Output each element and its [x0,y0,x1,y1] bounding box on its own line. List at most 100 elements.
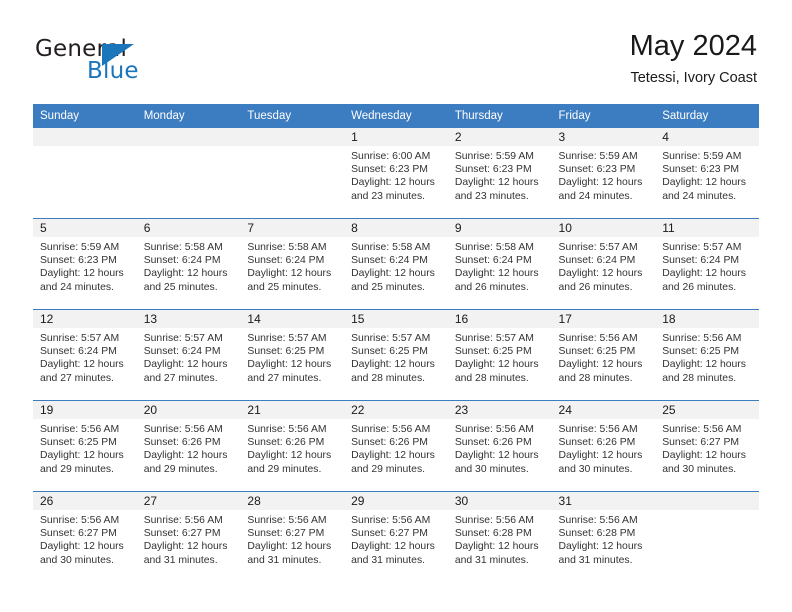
daylight-duration-line1: Daylight: 12 hours [454,541,539,553]
day-cell-inner: 29 Sunrise: 5:56 AM Sunset: 6:27 PM Dayligh… [344,492,448,582]
sunset-time: Sunset: 6:23 PM [40,255,117,267]
sunset-time: Sunset: 6:26 PM [247,437,325,449]
sunrise-time: Sunrise: 5:59 AM [662,151,742,162]
day-cell-inner [240,128,345,218]
sunrise-time: Sunrise: 5:59 AM [558,151,638,162]
sunset-time: Sunset: 6:24 PM [143,255,221,267]
daylight-duration-line2: and 28 minutes. [558,372,633,384]
sunset-time: Sunset: 6:23 PM [558,164,636,176]
day-details: Sunrise: 5:57 AM Sunset: 6:24 PM Daylight:… [655,237,759,294]
calendar-day-cell[interactable]: 30 Sunrise: 5:56 AM Sunset: 6:28 PM Dayligh… [447,491,552,582]
day-cell-inner: 20 Sunrise: 5:56 AM Sunset: 6:26 PM Dayligh… [136,401,241,491]
calendar-day-cell[interactable]: 2 Sunrise: 5:59 AM Sunset: 6:23 PM Daylight… [447,128,552,219]
calendar-day-cell[interactable]: 27 Sunrise: 5:56 AM Sunset: 6:27 PM Dayligh… [136,491,241,582]
daylight-duration-line1: Daylight: 12 hours [143,541,228,553]
daylight-duration-line2: and 31 minutes. [143,554,218,566]
calendar-day-cell[interactable]: 5 Sunrise: 5:59 AM Sunset: 6:23 PM Daylight… [33,218,137,310]
daylight-duration-line2: and 27 minutes. [143,372,218,384]
calendar-day-cell[interactable]: 29 Sunrise: 5:56 AM Sunset: 6:27 PM Dayligh… [344,491,448,582]
calendar-day-cell[interactable]: 20 Sunrise: 5:56 AM Sunset: 6:26 PM Dayligh… [136,400,241,492]
sunset-time: Sunset: 6:27 PM [351,528,428,540]
daylight-duration-line1: Daylight: 12 hours [454,359,539,371]
day-number [655,492,759,510]
daylight-duration-line2: and 29 minutes. [247,463,322,475]
weekday-header-friday: Friday [551,104,656,128]
calendar-day-cell[interactable]: 4 Sunrise: 5:59 AM Sunset: 6:23 PM Daylight… [655,128,759,219]
daylight-duration-line2: and 27 minutes. [247,372,322,384]
sunset-time: Sunset: 6:27 PM [143,528,221,540]
day-number: 31 [551,492,656,510]
weekday-header-monday: Monday [136,104,241,128]
daylight-duration-line1: Daylight: 12 hours [454,268,539,280]
sunset-time: Sunset: 6:28 PM [454,528,532,540]
sunrise-time: Sunrise: 5:57 AM [662,242,742,253]
day-number [240,128,345,146]
calendar-day-cell[interactable]: 14 Sunrise: 5:57 AM Sunset: 6:25 PM Dayligh… [240,309,345,401]
daylight-duration-line2: and 23 minutes. [454,190,529,202]
calendar-day-cell[interactable]: 11 Sunrise: 5:57 AM Sunset: 6:24 PM Dayligh… [655,218,759,310]
calendar-day-cell[interactable]: 23 Sunrise: 5:56 AM Sunset: 6:26 PM Dayligh… [447,400,552,492]
day-details: Sunrise: 5:57 AM Sunset: 6:24 PM Daylight:… [137,328,241,385]
calendar-day-cell[interactable]: 21 Sunrise: 5:56 AM Sunset: 6:26 PM Dayligh… [240,400,345,492]
day-cell-inner: 1 Sunrise: 6:00 AM Sunset: 6:23 PM Daylight… [344,128,448,218]
calendar-day-cell[interactable]: 26 Sunrise: 5:56 AM Sunset: 6:27 PM Dayligh… [33,491,137,582]
daylight-duration-line2: and 25 minutes. [143,281,218,293]
calendar-day-cell[interactable]: 22 Sunrise: 5:56 AM Sunset: 6:26 PM Dayligh… [344,400,448,492]
calendar-day-cell[interactable]: 8 Sunrise: 5:58 AM Sunset: 6:24 PM Daylight… [344,218,448,310]
general-blue-logo[interactable]: General Blue [35,36,215,88]
calendar-day-cell[interactable]: 12 Sunrise: 5:57 AM Sunset: 6:24 PM Dayligh… [33,309,137,401]
day-number: 10 [551,219,656,237]
daylight-duration-line1: Daylight: 12 hours [558,268,643,280]
calendar-day-cell[interactable]: 16 Sunrise: 5:57 AM Sunset: 6:25 PM Dayligh… [447,309,552,401]
calendar-day-cell[interactable]: 24 Sunrise: 5:56 AM Sunset: 6:26 PM Dayligh… [551,400,656,492]
calendar-day-cell[interactable]: 28 Sunrise: 5:56 AM Sunset: 6:27 PM Dayligh… [240,491,345,582]
day-details: Sunrise: 5:59 AM Sunset: 6:23 PM Daylight:… [33,237,137,294]
calendar-day-cell[interactable]: 25 Sunrise: 5:56 AM Sunset: 6:27 PM Dayligh… [655,400,759,492]
day-cell-inner: 5 Sunrise: 5:59 AM Sunset: 6:23 PM Daylight… [33,219,137,309]
calendar-day-cell[interactable]: 7 Sunrise: 5:58 AM Sunset: 6:24 PM Daylight… [240,218,345,310]
day-cell-inner: 14 Sunrise: 5:57 AM Sunset: 6:25 PM Dayligh… [240,310,345,400]
daylight-duration-line2: and 30 minutes. [558,463,633,475]
calendar-day-cell[interactable]: 1 Sunrise: 6:00 AM Sunset: 6:23 PM Daylight… [344,128,448,219]
day-cell-inner: 17 Sunrise: 5:56 AM Sunset: 6:25 PM Dayligh… [551,310,656,400]
sunrise-time: Sunrise: 5:56 AM [143,515,223,526]
day-cell-inner: 24 Sunrise: 5:56 AM Sunset: 6:26 PM Dayligh… [551,401,656,491]
calendar-week-row: 19 Sunrise: 5:56 AM Sunset: 6:25 PM Dayligh… [33,400,759,492]
day-details: Sunrise: 5:57 AM Sunset: 6:24 PM Daylight:… [33,328,137,385]
calendar-day-cell[interactable]: 17 Sunrise: 5:56 AM Sunset: 6:25 PM Dayligh… [551,309,656,401]
day-details: Sunrise: 5:56 AM Sunset: 6:27 PM Daylight:… [655,419,759,476]
day-details: Sunrise: 5:56 AM Sunset: 6:27 PM Daylight:… [33,510,137,567]
calendar-day-cell[interactable]: 18 Sunrise: 5:56 AM Sunset: 6:25 PM Dayligh… [655,309,759,401]
daylight-duration-line1: Daylight: 12 hours [143,268,228,280]
sunrise-time: Sunrise: 5:56 AM [454,424,534,435]
sunrise-time: Sunrise: 5:57 AM [247,333,327,344]
calendar-day-cell[interactable]: 31 Sunrise: 5:56 AM Sunset: 6:28 PM Dayligh… [551,491,656,582]
calendar-day-cell[interactable]: 13 Sunrise: 5:57 AM Sunset: 6:24 PM Dayligh… [136,309,241,401]
day-details: Sunrise: 5:56 AM Sunset: 6:27 PM Daylight:… [137,510,241,567]
day-number: 9 [447,219,552,237]
calendar-day-cell[interactable]: 9 Sunrise: 5:58 AM Sunset: 6:24 PM Daylight… [447,218,552,310]
sunset-time: Sunset: 6:24 PM [662,255,740,267]
daylight-duration-line2: and 26 minutes. [558,281,633,293]
sunset-time: Sunset: 6:25 PM [40,437,117,449]
sunrise-time: Sunrise: 5:56 AM [558,333,638,344]
day-number: 13 [136,310,241,328]
daylight-duration-line2: and 28 minutes. [454,372,529,384]
day-details: Sunrise: 5:56 AM Sunset: 6:26 PM Daylight:… [240,419,344,476]
daylight-duration-line1: Daylight: 12 hours [247,541,332,553]
sunrise-time: Sunrise: 5:59 AM [40,242,120,253]
day-details: Sunrise: 5:56 AM Sunset: 6:26 PM Daylight:… [344,419,448,476]
calendar-day-cell[interactable]: 6 Sunrise: 5:58 AM Sunset: 6:24 PM Daylight… [136,218,241,310]
sunrise-time: Sunrise: 5:57 AM [143,333,223,344]
calendar-day-cell[interactable]: 3 Sunrise: 5:59 AM Sunset: 6:23 PM Daylight… [551,128,656,219]
daylight-duration-line2: and 28 minutes. [351,372,426,384]
day-number: 20 [136,401,241,419]
sunset-time: Sunset: 6:27 PM [40,528,117,540]
calendar-day-cell[interactable]: 10 Sunrise: 5:57 AM Sunset: 6:24 PM Dayligh… [551,218,656,310]
calendar-day-cell[interactable]: 19 Sunrise: 5:56 AM Sunset: 6:25 PM Dayligh… [33,400,137,492]
daylight-duration-line2: and 24 minutes. [662,190,737,202]
daylight-duration-line2: and 31 minutes. [351,554,426,566]
calendar-day-cell[interactable]: 15 Sunrise: 5:57 AM Sunset: 6:25 PM Dayligh… [344,309,448,401]
calendar-week-row: 1 Sunrise: 6:00 AM Sunset: 6:23 PM Daylight… [33,128,759,219]
day-number [33,128,137,146]
